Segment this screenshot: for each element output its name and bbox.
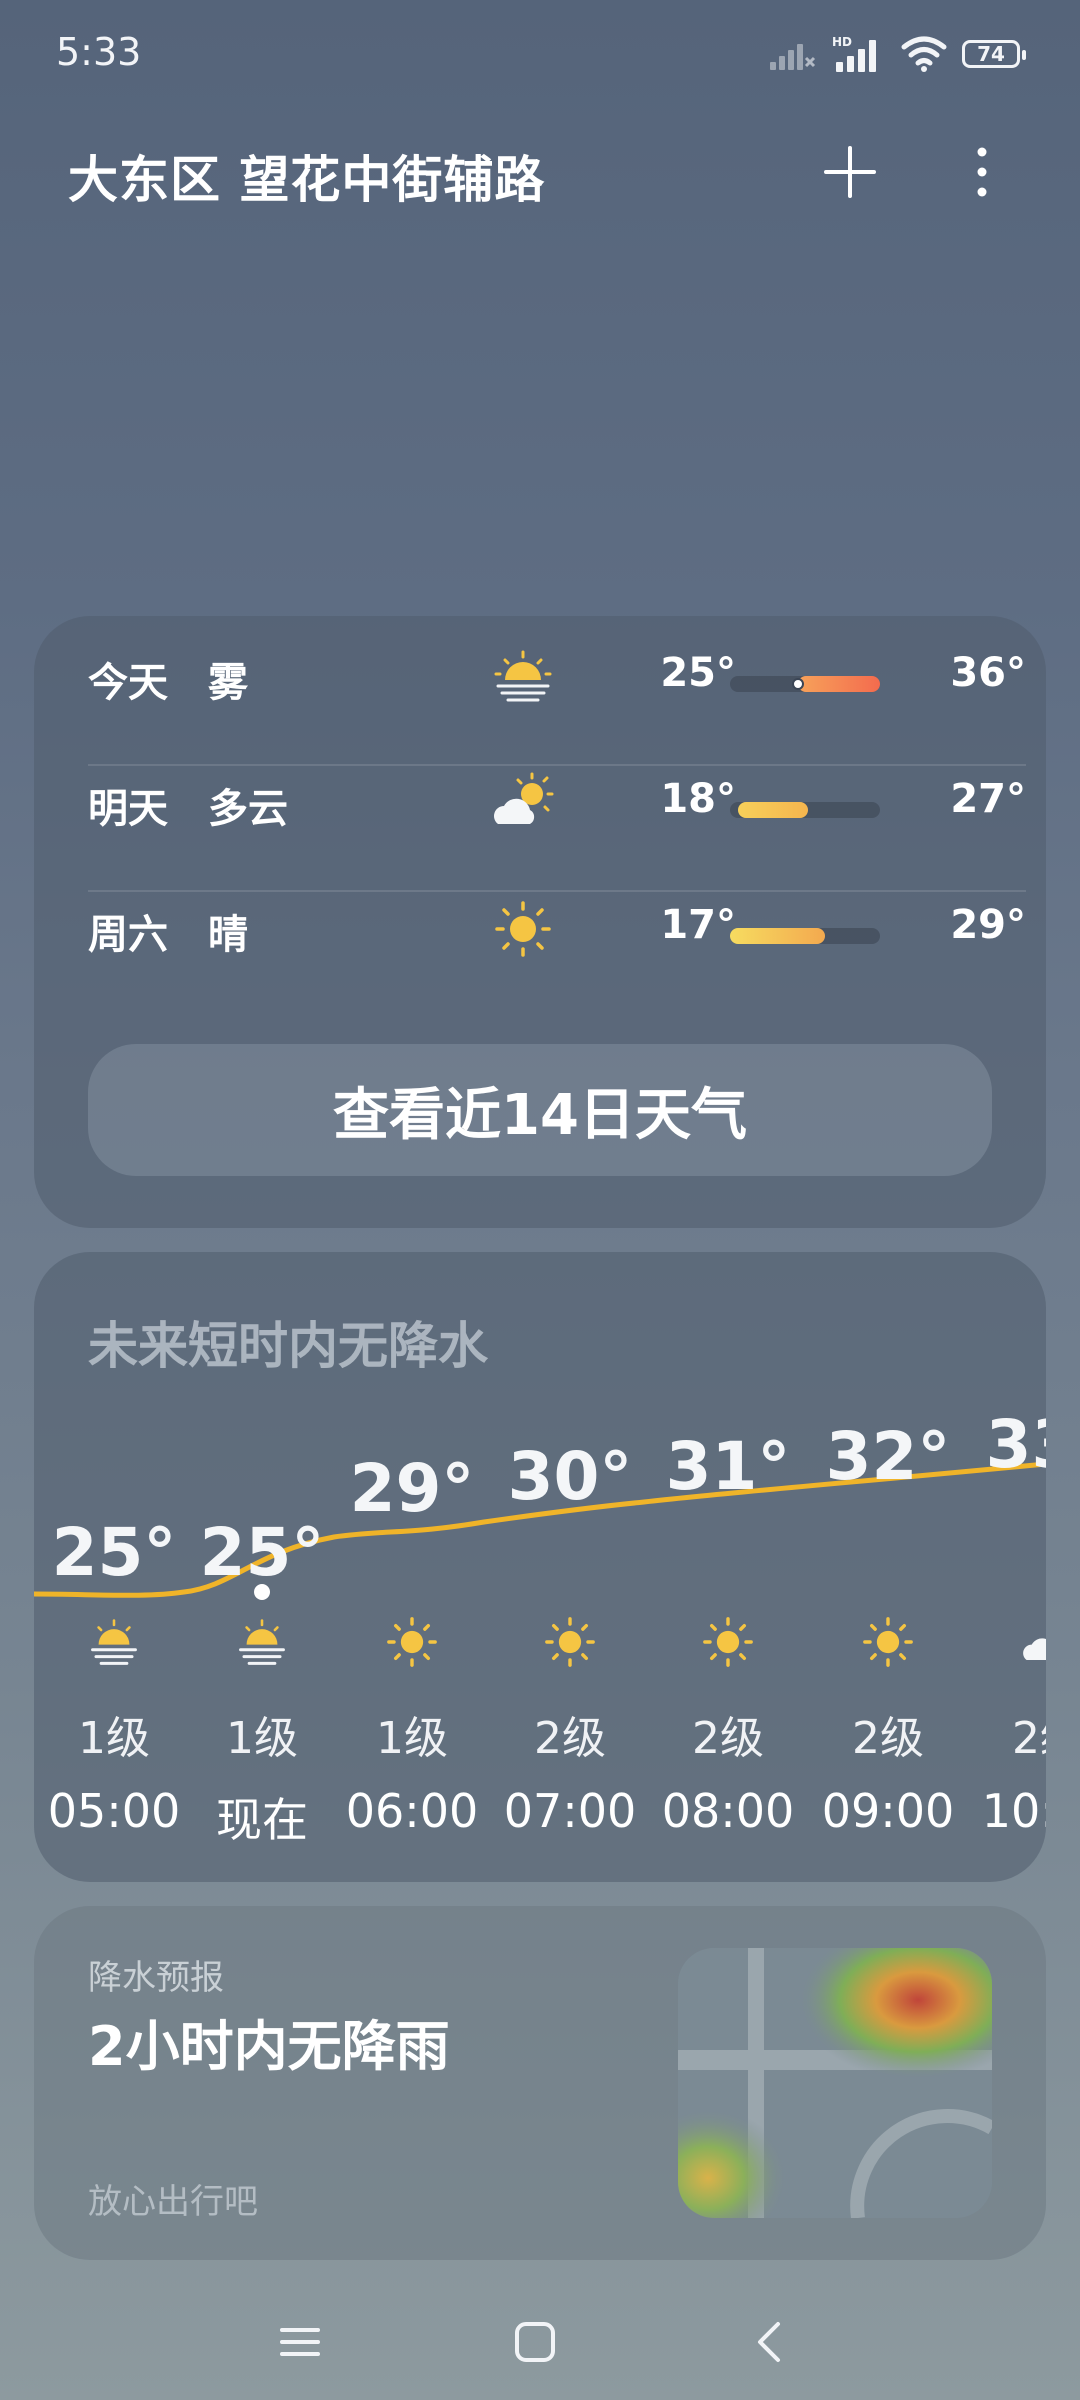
battery-level: 74 bbox=[977, 42, 1005, 66]
location-title[interactable]: 大东区 望花中街辅路 bbox=[68, 140, 545, 212]
fog-sun-icon bbox=[494, 650, 552, 702]
low-temp: 18° bbox=[660, 776, 736, 822]
low-temp: 17° bbox=[660, 902, 736, 948]
forecast-row-saturday[interactable]: 周六 晴 17° 29° bbox=[88, 868, 1026, 992]
status-bar: 5:33 HD 74 bbox=[0, 0, 1080, 110]
day-name: 周六 bbox=[88, 912, 168, 958]
add-city-button[interactable] bbox=[818, 140, 882, 204]
hour-time: 08:00 bbox=[661, 1784, 795, 1838]
hour-item[interactable]: 29° 1级 06:00 bbox=[332, 1252, 492, 1882]
hour-item[interactable]: 31° 2级 08:00 bbox=[648, 1252, 808, 1882]
partly-cloudy-icon bbox=[1023, 1638, 1046, 1660]
low-temp: 25° bbox=[660, 650, 736, 696]
day-name: 今天 bbox=[88, 660, 168, 706]
temp-range-fill bbox=[730, 928, 825, 944]
hour-wind: 1级 bbox=[78, 1713, 150, 1764]
hour-time: 05:00 bbox=[47, 1784, 181, 1838]
hour-wind: 1级 bbox=[376, 1713, 448, 1764]
temp-range-bar bbox=[730, 928, 880, 944]
hour-temp: 33° bbox=[985, 1406, 1046, 1483]
condition: 晴 bbox=[208, 912, 248, 958]
wifi-icon bbox=[901, 36, 947, 72]
hourly-forecast-card: 未来短时内无降水 25° 1级 05:00 25° 1级 现在 29° 1级 0… bbox=[34, 1252, 1046, 1882]
status-icons: HD 74 bbox=[768, 32, 1026, 76]
battery-icon: 74 bbox=[962, 40, 1026, 68]
back-icon bbox=[758, 2322, 780, 2362]
plus-icon bbox=[824, 146, 876, 198]
home-button[interactable] bbox=[503, 2310, 567, 2374]
hour-temp: 25° bbox=[51, 1514, 177, 1591]
hour-wind: 2级 bbox=[852, 1713, 924, 1764]
condition: 多云 bbox=[208, 786, 288, 832]
hour-time: 10:00 bbox=[981, 1784, 1046, 1838]
view-14-day-button[interactable]: 查看近14日天气 bbox=[88, 1044, 992, 1176]
status-time: 5:33 bbox=[56, 30, 142, 74]
sun-icon bbox=[495, 901, 551, 957]
svg-text:HD: HD bbox=[832, 35, 852, 49]
hour-temp: 32° bbox=[825, 1418, 951, 1495]
hour-wind: 1级 bbox=[226, 1713, 298, 1764]
hour-temp: 30° bbox=[507, 1438, 633, 1515]
sun-icon bbox=[863, 1617, 913, 1667]
precip-label: 降水预报 bbox=[88, 1958, 224, 1998]
current-temp-marker bbox=[791, 678, 804, 690]
back-button[interactable] bbox=[738, 2310, 802, 2374]
partly-cloudy-icon bbox=[494, 772, 554, 824]
hour-item[interactable]: 30° 2级 07:00 bbox=[490, 1252, 650, 1882]
hd-signal-icon: HD bbox=[832, 35, 876, 72]
sun-icon bbox=[703, 1617, 753, 1667]
hour-item[interactable]: 33° 2级 10:00 bbox=[968, 1252, 1046, 1882]
hour-temp: 31° bbox=[665, 1428, 791, 1505]
precip-headline: 2小时内无降雨 bbox=[88, 2015, 450, 2078]
precip-tip: 放心出行吧 bbox=[88, 2182, 258, 2222]
more-options-button[interactable] bbox=[956, 140, 1008, 204]
high-temp: 29° bbox=[950, 902, 1026, 948]
hour-item[interactable]: 25° 1级 05:00 bbox=[34, 1252, 194, 1882]
temp-range-fill bbox=[797, 676, 880, 692]
high-temp: 36° bbox=[950, 650, 1026, 696]
condition: 雾 bbox=[208, 660, 248, 706]
temp-range-fill bbox=[737, 802, 808, 818]
hour-wind: 2级 bbox=[692, 1713, 764, 1764]
recent-apps-button[interactable] bbox=[268, 2310, 332, 2374]
menu-icon bbox=[280, 2328, 320, 2356]
system-nav-bar bbox=[0, 2280, 1080, 2400]
home-icon bbox=[515, 2322, 555, 2362]
hour-time: 现在 bbox=[216, 1793, 308, 1847]
hour-time: 06:00 bbox=[345, 1784, 479, 1838]
hour-item[interactable]: 32° 2级 09:00 bbox=[808, 1252, 968, 1882]
temp-range-bar bbox=[730, 802, 880, 818]
fog-sun-icon bbox=[91, 1619, 137, 1665]
daily-forecast-card: 今天 雾 25° 36° 明天 多云 18° 27° 周六 晴 17° 29° … bbox=[34, 616, 1046, 1228]
hour-wind: 2级 bbox=[534, 1713, 606, 1764]
hour-wind: 2级 bbox=[1012, 1713, 1046, 1764]
radar-map[interactable] bbox=[678, 1948, 992, 2218]
hour-temp: 29° bbox=[349, 1450, 475, 1527]
signal-off-icon bbox=[770, 44, 816, 70]
forecast-row-tomorrow[interactable]: 明天 多云 18° 27° bbox=[88, 742, 1026, 866]
hour-temp: 25° bbox=[199, 1514, 325, 1591]
forecast-row-today[interactable]: 今天 雾 25° 36° bbox=[88, 616, 1026, 740]
sun-icon bbox=[387, 1617, 437, 1667]
hour-time: 09:00 bbox=[821, 1784, 955, 1838]
hour-time: 07:00 bbox=[503, 1784, 637, 1838]
radar-map-graphic bbox=[678, 1948, 992, 2218]
hour-item[interactable]: 25° 1级 现在 bbox=[182, 1252, 342, 1882]
temp-range-bar bbox=[730, 676, 880, 692]
fog-sun-icon bbox=[239, 1619, 285, 1665]
sun-icon bbox=[545, 1617, 595, 1667]
precipitation-card[interactable]: 降水预报 2小时内无降雨 放心出行吧 bbox=[34, 1906, 1046, 2260]
more-vertical-icon bbox=[977, 147, 987, 197]
day-name: 明天 bbox=[88, 786, 168, 832]
high-temp: 27° bbox=[950, 776, 1026, 822]
